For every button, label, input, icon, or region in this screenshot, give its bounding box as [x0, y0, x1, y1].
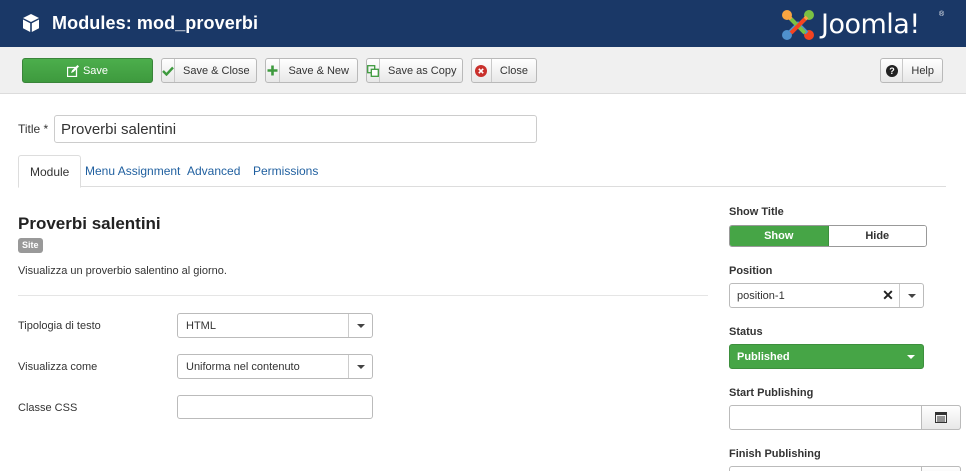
question-circle-icon: ?	[881, 59, 904, 82]
close-button[interactable]: Close	[471, 58, 537, 83]
chevron-down-icon[interactable]	[899, 284, 923, 307]
save-button[interactable]: Save	[22, 58, 153, 83]
save-new-button[interactable]: Save & New	[265, 58, 358, 83]
tab-permissions[interactable]: Permissions	[242, 155, 329, 187]
title-input[interactable]: Proverbi salentini	[54, 115, 537, 143]
position-label: Position	[729, 265, 773, 277]
show-button[interactable]: Show	[730, 226, 829, 246]
copy-icon	[367, 59, 380, 82]
module-description: Visualizza un proverbio salentino al gio…	[18, 265, 227, 277]
divider	[18, 295, 708, 296]
page-title: Modules: mod_proverbi	[52, 13, 259, 33]
visualizza-label: Visualizza come	[18, 361, 98, 373]
tab-bar: Module Menu Assignment Advanced Permissi…	[18, 155, 946, 188]
pencil-square-icon	[66, 64, 79, 77]
tipologia-value: HTML	[186, 319, 216, 332]
show-title-toggle: Show Hide	[729, 225, 927, 247]
chevron-down-icon	[899, 354, 923, 359]
module-name: Proverbi salentini	[18, 214, 161, 233]
start-publishing-label: Start Publishing	[729, 387, 814, 399]
tipologia-label: Tipologia di testo	[18, 320, 101, 332]
toolbar: Save Save & Close Save & New Save as Cop…	[0, 47, 966, 94]
title-label: Title *	[18, 122, 49, 136]
chevron-down-icon	[348, 355, 372, 378]
logo-registered-mark: ®	[939, 11, 945, 18]
position-select[interactable]: position-1 ✕	[729, 283, 924, 308]
hide-button[interactable]: Hide	[828, 226, 926, 246]
tab-module[interactable]: Module	[18, 155, 82, 188]
save-copy-label: Save as Copy	[388, 64, 457, 77]
chevron-down-icon	[348, 314, 372, 337]
save-copy-button[interactable]: Save as Copy	[366, 58, 463, 83]
position-value: position-1	[737, 289, 785, 302]
calendar-icon	[935, 412, 947, 423]
times-circle-icon	[472, 59, 492, 82]
status-label: Status	[729, 326, 763, 338]
finish-publishing-input[interactable]	[729, 466, 961, 471]
tab-menu-assignment[interactable]: Menu Assignment	[74, 155, 191, 187]
clear-icon[interactable]: ✕	[877, 287, 899, 304]
site-badge: Site	[18, 238, 43, 253]
check-icon	[162, 59, 175, 82]
calendar-button[interactable]	[921, 405, 961, 430]
classe-css-input[interactable]	[177, 395, 373, 419]
show-title-label: Show Title	[729, 206, 784, 218]
finish-publishing-label: Finish Publishing	[729, 448, 821, 460]
visualizza-value: Uniforma nel contenuto	[186, 360, 300, 373]
save-close-button[interactable]: Save & Close	[161, 58, 257, 83]
tab-advanced[interactable]: Advanced	[176, 155, 251, 187]
logo-text: Joomla!	[821, 9, 920, 40]
save-label: Save	[82, 64, 109, 77]
help-label: Help	[911, 64, 934, 77]
help-button[interactable]: ? Help	[880, 58, 943, 83]
plus-icon	[266, 59, 281, 82]
calendar-button[interactable]	[921, 466, 961, 471]
joomla-logo[interactable]: Joomla! ®	[779, 7, 949, 43]
svg-text:?: ?	[889, 66, 895, 76]
status-value: Published	[737, 350, 790, 363]
joomla-logo-icon	[782, 10, 814, 40]
visualizza-select[interactable]: Uniforma nel contenuto	[177, 354, 373, 379]
cube-icon	[23, 14, 39, 32]
tipologia-select[interactable]: HTML	[177, 313, 373, 338]
status-select[interactable]: Published	[729, 344, 924, 369]
close-label: Close	[499, 64, 528, 77]
app-header: Modules: mod_proverbi Joomla! ®	[0, 0, 966, 47]
classe-css-label: Classe CSS	[18, 402, 78, 414]
save-new-label: Save & New	[288, 64, 349, 77]
start-publishing-input[interactable]	[729, 405, 961, 430]
save-close-label: Save & Close	[183, 64, 250, 77]
